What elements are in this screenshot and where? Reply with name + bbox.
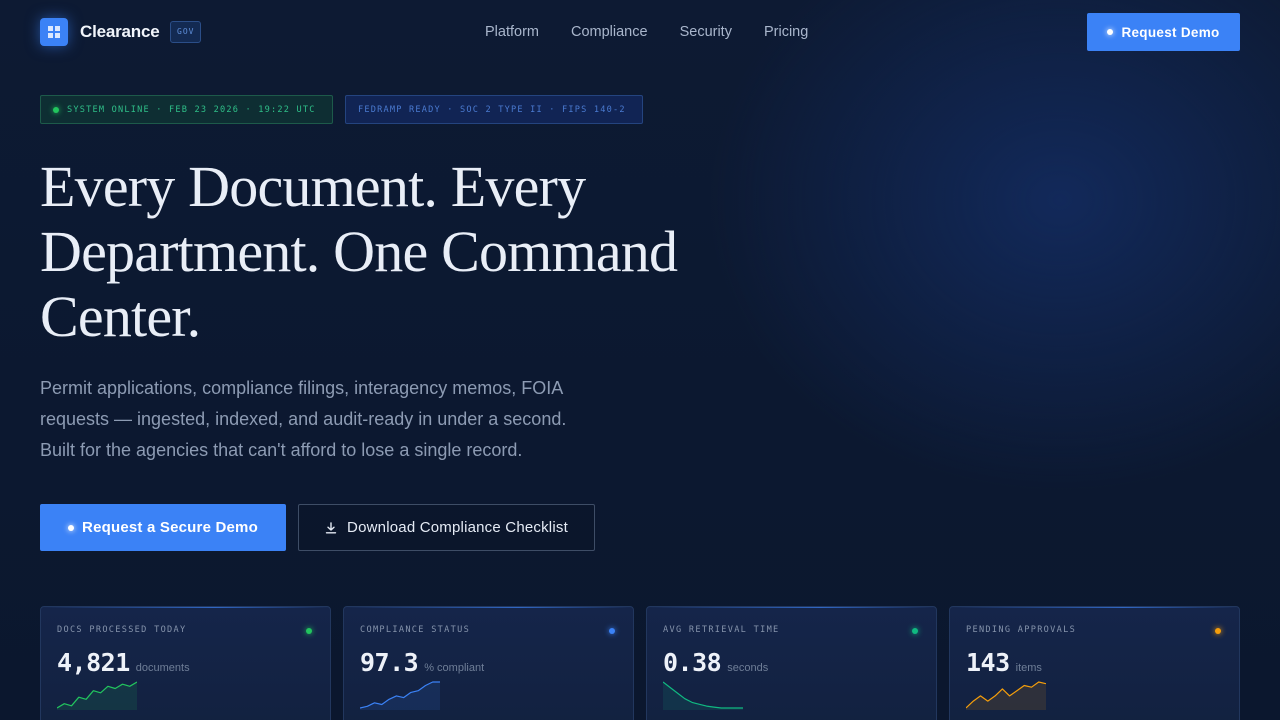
stat-card-docs-processed: DOCS PROCESSED TODAY 4,821 documents: [40, 606, 331, 720]
gov-badge: GOV: [170, 21, 202, 43]
sparkline-chart: [663, 681, 743, 710]
nav-link-security[interactable]: Security: [680, 24, 732, 40]
stat-value: 97.3: [360, 648, 419, 677]
stat-card-pending-approvals: PENDING APPROVALS 143 items: [949, 606, 1240, 720]
download-checklist-button[interactable]: Download Compliance Checklist: [298, 504, 595, 551]
status-dot-icon: [912, 628, 918, 634]
stat-label: DOCS PROCESSED TODAY: [57, 625, 187, 635]
status-dot-icon: [306, 628, 312, 634]
download-icon: [325, 521, 337, 533]
sparkline-area: [966, 682, 1046, 710]
hero-headline: Every Document. Every Department. One Co…: [40, 154, 678, 349]
brand-name[interactable]: Clearance: [80, 22, 160, 42]
request-demo-label: Request Demo: [1121, 24, 1220, 40]
certifications-pill: FEDRAMP READY · SOC 2 TYPE II · FIPS 140…: [345, 95, 643, 124]
stat-label: COMPLIANCE STATUS: [360, 625, 471, 635]
stat-unit: items: [1015, 662, 1042, 674]
sparkline-chart: [57, 681, 137, 710]
stat-label: AVG RETRIEVAL TIME: [663, 625, 780, 635]
nav-link-compliance[interactable]: Compliance: [571, 24, 648, 40]
download-checklist-label: Download Compliance Checklist: [347, 519, 568, 536]
status-dot-icon: [1107, 29, 1114, 35]
stat-value: 0.38: [663, 648, 722, 677]
stat-unit: % compliant: [424, 662, 485, 674]
sparkline-chart: [966, 681, 1046, 710]
stat-unit: documents: [135, 662, 190, 674]
online-dot-icon: [53, 106, 59, 113]
nav-link-pricing[interactable]: Pricing: [764, 24, 808, 40]
stat-card-retrieval-time: AVG RETRIEVAL TIME 0.38 seconds: [646, 606, 937, 720]
system-status-text: SYSTEM ONLINE · FEB 23 2026 · 19:22 UTC: [67, 104, 316, 115]
top-nav: Clearance GOV Platform Compliance Securi…: [0, 0, 1280, 64]
request-demo-button[interactable]: Request Demo: [1087, 13, 1240, 51]
status-dot-icon: [68, 524, 75, 531]
stat-value: 143: [966, 648, 1010, 677]
stat-label: PENDING APPROVALS: [966, 625, 1077, 635]
grid-logo-icon[interactable]: [40, 18, 68, 46]
sparkline-area: [360, 682, 440, 710]
hero-subtext: Permit applications, compliance filings,…: [40, 378, 567, 460]
nav-links: Platform Compliance Security Pricing: [485, 24, 840, 40]
stat-card-compliance-status: COMPLIANCE STATUS 97.3 % compliant: [343, 606, 634, 720]
request-secure-demo-label: Request a Secure Demo: [82, 519, 258, 536]
stat-unit: seconds: [727, 662, 769, 674]
system-status-pill: SYSTEM ONLINE · FEB 23 2026 · 19:22 UTC: [40, 95, 333, 124]
sparkline-area: [57, 682, 137, 710]
request-secure-demo-button[interactable]: Request a Secure Demo: [40, 504, 286, 551]
stat-value: 4,821: [57, 648, 130, 677]
sparkline-chart: [360, 681, 440, 710]
status-dot-icon: [1215, 628, 1221, 634]
nav-link-platform[interactable]: Platform: [485, 24, 539, 40]
status-dot-icon: [609, 628, 615, 634]
certifications-text: FEDRAMP READY · SOC 2 TYPE II · FIPS 140…: [358, 104, 626, 115]
